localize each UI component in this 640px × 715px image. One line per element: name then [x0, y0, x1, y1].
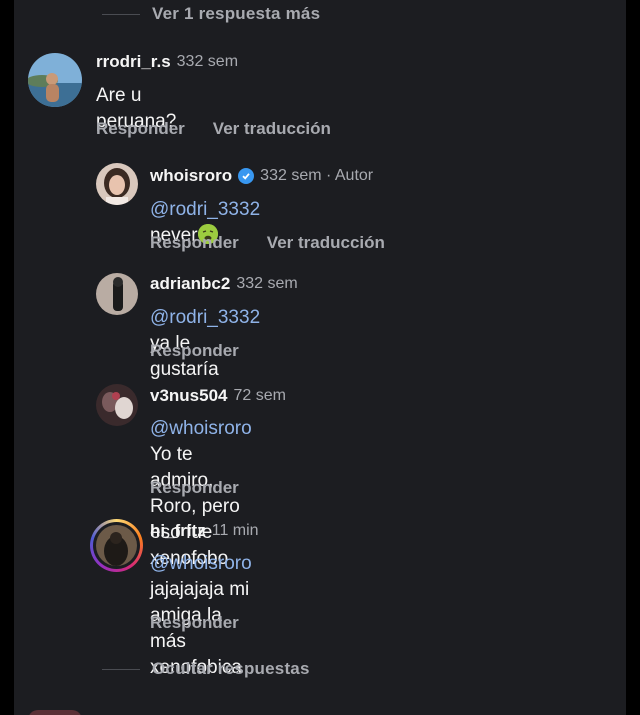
- mention-link[interactable]: @rodri_3332: [150, 307, 260, 328]
- divider-line: [102, 13, 140, 15]
- timestamp: 332 sem: [236, 275, 298, 292]
- mention-link[interactable]: @whoisroro: [150, 553, 252, 574]
- divider-line: [102, 668, 140, 670]
- reply-button[interactable]: Responder: [150, 478, 239, 498]
- comments-screen: Ver 1 respuesta más rrodri_r.s 332 sem A…: [14, 0, 626, 715]
- translate-button[interactable]: Ver traducción: [213, 119, 331, 139]
- timestamp: 332 sem: [176, 53, 239, 70]
- reply-button[interactable]: Responder: [96, 119, 185, 139]
- hide-replies[interactable]: Ocultar respuestas: [102, 659, 310, 679]
- username[interactable]: v3nus504: [150, 386, 228, 406]
- avatar[interactable]: [28, 53, 82, 107]
- timestamp: 72 sem: [233, 387, 286, 404]
- hide-replies-label[interactable]: Ocultar respuestas: [152, 659, 310, 679]
- verified-badge-icon: [238, 168, 255, 184]
- translate-button[interactable]: Ver traducción: [267, 233, 385, 253]
- reply-button[interactable]: Responder: [150, 613, 239, 633]
- username[interactable]: rrodri_r.s: [96, 52, 171, 72]
- avatar[interactable]: [96, 384, 138, 426]
- view-more-replies[interactable]: Ver 1 respuesta más: [102, 4, 320, 24]
- reply-button[interactable]: Responder: [150, 233, 239, 253]
- mention-link[interactable]: @whoisroro: [150, 418, 252, 439]
- timestamp: 11 min: [211, 522, 259, 539]
- reply-button[interactable]: Responder: [150, 341, 239, 361]
- avatar[interactable]: [96, 163, 138, 205]
- avatar[interactable]: [93, 522, 140, 569]
- mention-link[interactable]: @rodri_3332: [150, 199, 260, 220]
- timestamp: 332 sem · Autor: [260, 167, 374, 184]
- view-more-replies-label[interactable]: Ver 1 respuesta más: [152, 4, 320, 24]
- username[interactable]: hi_fritz: [150, 521, 206, 541]
- avatar[interactable]: [96, 273, 138, 315]
- username[interactable]: whoisroro: [150, 166, 232, 186]
- username[interactable]: adrianbc2: [150, 274, 230, 294]
- next-comment-peek: [28, 710, 82, 715]
